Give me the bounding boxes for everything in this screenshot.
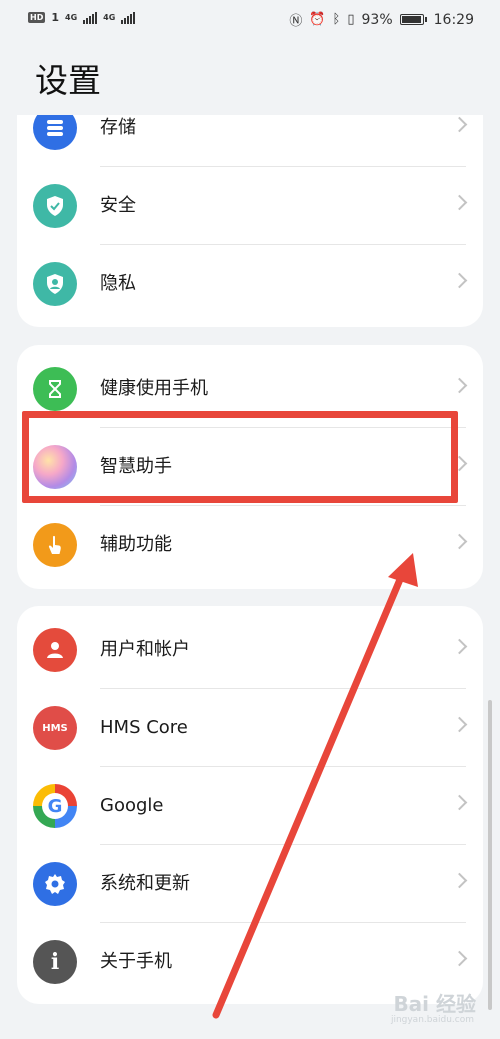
annotation-arrow: [212, 553, 418, 1019]
watermark: Bai 经验: [393, 992, 476, 1016]
watermark-sub: jingyan.baidu.com: [390, 1015, 474, 1025]
scrollbar[interactable]: [488, 700, 492, 1010]
